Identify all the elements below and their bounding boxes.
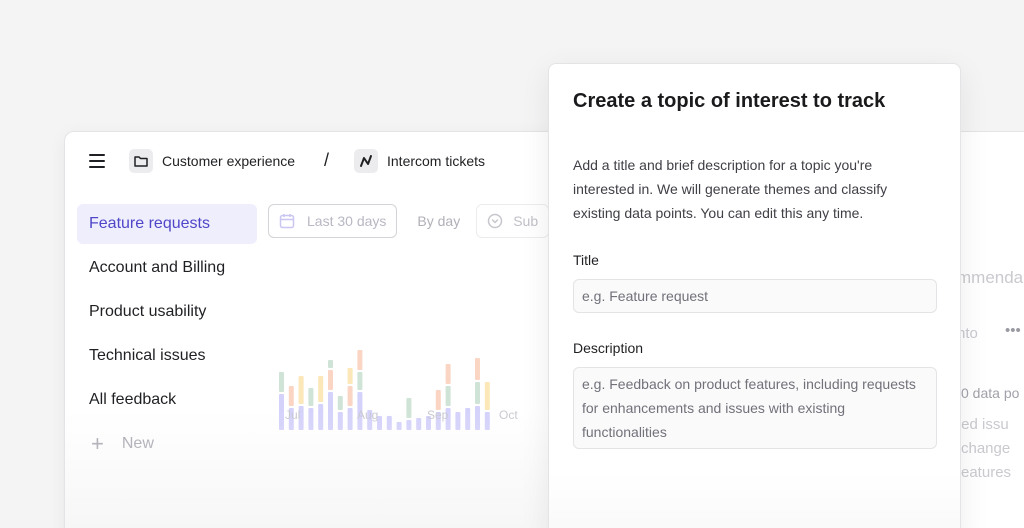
chart-bar-segment bbox=[396, 422, 402, 430]
chart-bar-segment bbox=[318, 376, 324, 402]
chart-bar-segment bbox=[279, 372, 284, 392]
chart-bar-segment bbox=[484, 412, 490, 430]
ghost-heading: mmenda bbox=[957, 268, 1024, 287]
chart-bar-segment bbox=[347, 408, 353, 430]
chart-bar-segment bbox=[298, 376, 304, 404]
ghost-line: ted issu bbox=[957, 416, 1009, 433]
sidebar-item-feature-requests[interactable]: Feature requests bbox=[77, 204, 257, 244]
ghost-line: change bbox=[961, 440, 1011, 457]
breadcrumb-source[interactable]: Intercom tickets bbox=[354, 149, 485, 173]
x-tick-label: Aug bbox=[357, 408, 379, 422]
x-tick-label: Sep bbox=[427, 408, 449, 422]
description-field-label: Description bbox=[573, 340, 644, 356]
chart-bar-segment bbox=[445, 364, 451, 384]
sidebar-item-technical-issues[interactable]: Technical issues bbox=[77, 336, 257, 376]
subscription-filter[interactable]: Sub bbox=[476, 204, 550, 238]
chevron-circle-icon bbox=[487, 213, 503, 229]
chart-bar-segment bbox=[465, 408, 471, 430]
create-topic-modal: Create a topic of interest to track Add … bbox=[548, 63, 961, 528]
x-tick-label: Jul bbox=[285, 408, 301, 422]
title-field-label: Title bbox=[573, 252, 599, 268]
chart-bar-segment bbox=[406, 398, 412, 418]
chart-bar-segment bbox=[475, 358, 480, 380]
chart-bar-segment bbox=[386, 416, 392, 430]
x-tick-label: Oct bbox=[499, 408, 518, 422]
description-textarea[interactable]: e.g. Feedback on product features, inclu… bbox=[573, 367, 937, 449]
title-input[interactable]: e.g. Feature request bbox=[573, 279, 937, 313]
chart-bar-segment bbox=[279, 394, 284, 430]
chart-bar-segment bbox=[455, 412, 461, 430]
more-icon: ••• bbox=[1005, 322, 1021, 339]
modal-description: Add a title and brief description for a … bbox=[573, 157, 888, 221]
date-range-label: Last 30 days bbox=[307, 213, 387, 229]
folder-icon bbox=[129, 149, 153, 173]
chart-bar-segment bbox=[328, 370, 333, 390]
ghost-count: 0 data po bbox=[961, 385, 1020, 401]
subscription-filter-label: Sub bbox=[513, 213, 539, 229]
chart-bar-segment bbox=[347, 386, 353, 406]
breadcrumb-separator: / bbox=[324, 150, 330, 170]
background-window: Customer experience / Intercom tickets F… bbox=[64, 131, 624, 528]
chart-toolbar: Last 30 days By day Sub bbox=[268, 204, 550, 238]
chart-bar-segment bbox=[337, 412, 343, 430]
sidebar-item-product-usability[interactable]: Product usability bbox=[77, 292, 257, 332]
chart-bar-segment bbox=[308, 388, 314, 406]
chart-bar-segment bbox=[328, 360, 333, 368]
chart-bar-segment bbox=[357, 372, 363, 390]
new-topic-label: New bbox=[121, 435, 154, 452]
chart-bar-segment bbox=[318, 404, 324, 430]
modal-bottom-fade bbox=[549, 472, 960, 528]
new-topic-button[interactable]: + New bbox=[77, 424, 257, 464]
plus-icon: + bbox=[91, 431, 104, 456]
chart-bar-segment bbox=[416, 418, 422, 430]
chart-bar-segment bbox=[288, 386, 294, 406]
chart-bar-segment bbox=[337, 396, 343, 410]
hamburger-menu-icon[interactable] bbox=[89, 154, 105, 168]
topic-sidebar: Feature requests Account and Billing Pro… bbox=[77, 204, 257, 468]
chart-bar-segment bbox=[484, 382, 490, 410]
sidebar-item-account-billing[interactable]: Account and Billing bbox=[77, 248, 257, 288]
breadcrumb-source-label: Intercom tickets bbox=[387, 153, 486, 169]
chart-bar-segment bbox=[308, 408, 314, 430]
chart-bar-segment bbox=[475, 406, 480, 430]
calendar-icon bbox=[279, 214, 295, 229]
ghost-line: eatures bbox=[961, 464, 1012, 481]
chart-bar-segment bbox=[475, 382, 480, 404]
date-range-picker[interactable]: Last 30 days bbox=[268, 204, 398, 238]
breadcrumb-workspace[interactable]: Customer experience bbox=[129, 149, 295, 173]
top-bar: Customer experience / Intercom tickets bbox=[65, 132, 623, 190]
trend-line-icon bbox=[354, 149, 378, 173]
chart-bar-segment bbox=[435, 390, 441, 410]
chart-bar-segment bbox=[347, 368, 353, 384]
chart-bar-segment bbox=[445, 386, 451, 406]
sidebar-item-all-feedback[interactable]: All feedback bbox=[77, 380, 257, 420]
granularity-select[interactable]: By day bbox=[417, 213, 460, 229]
breadcrumb-workspace-label: Customer experience bbox=[162, 153, 296, 169]
chart-bar-segment bbox=[357, 350, 363, 370]
chart-bar-segment bbox=[406, 420, 412, 430]
modal-title: Create a topic of interest to track bbox=[573, 90, 886, 112]
chart-bar-segment bbox=[328, 392, 333, 430]
